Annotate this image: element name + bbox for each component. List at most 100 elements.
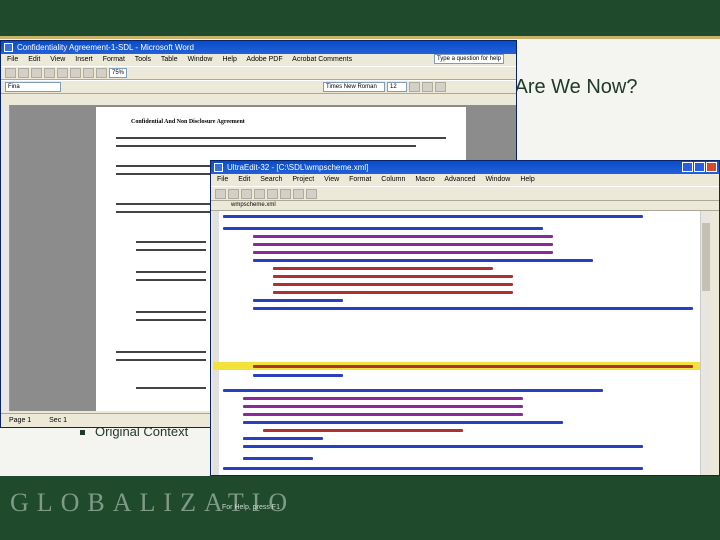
word-standard-toolbar: 75%	[1, 66, 516, 80]
word-menu-table[interactable]: Table	[161, 56, 178, 63]
word-menu-edit[interactable]: Edit	[28, 56, 40, 63]
code-line	[243, 437, 323, 440]
xml-menu-project[interactable]: Project	[292, 176, 314, 183]
open-icon[interactable]	[18, 68, 29, 78]
word-titlebar[interactable]: Confidentiality Agreement-1-SDL - Micros…	[1, 41, 516, 54]
code-line	[243, 457, 313, 460]
code-line	[273, 267, 493, 270]
word-menu-help[interactable]: Help	[222, 56, 236, 63]
xml-title: UltraEdit-32 - [C:\SDL\wmpscheme.xml]	[227, 163, 369, 172]
xml-menu-help[interactable]: Help	[520, 176, 534, 183]
code-line	[253, 299, 343, 302]
word-title: Confidentiality Agreement-1-SDL - Micros…	[17, 43, 194, 52]
word-menubar: File Edit View Insert Format Tools Table…	[1, 54, 516, 66]
find-icon[interactable]	[267, 188, 278, 199]
xml-menu-view[interactable]: View	[324, 176, 339, 183]
code-line	[243, 405, 523, 408]
font-size-combo[interactable]: 12	[387, 82, 407, 92]
text-line	[116, 359, 206, 361]
print-icon[interactable]	[44, 68, 55, 78]
word-menu-insert[interactable]: Insert	[75, 56, 93, 63]
code-line	[223, 215, 643, 218]
undo-icon[interactable]	[96, 68, 107, 78]
save-icon[interactable]	[241, 188, 252, 199]
open-icon[interactable]	[228, 188, 239, 199]
code-line	[223, 467, 643, 470]
status-page: Page 1	[9, 417, 32, 424]
paste-icon[interactable]	[83, 68, 94, 78]
xml-status-text: For Help, press F1	[222, 504, 280, 511]
xml-menu-window[interactable]: Window	[485, 176, 510, 183]
word-menu-window[interactable]: Window	[188, 56, 213, 63]
editor-app-icon	[214, 163, 223, 172]
save-icon[interactable]	[31, 68, 42, 78]
text-line	[136, 241, 206, 243]
code-line	[253, 307, 693, 310]
word-menu-view[interactable]: View	[50, 56, 65, 63]
vertical-ruler	[1, 105, 10, 411]
text-line	[136, 319, 206, 321]
close-icon[interactable]	[706, 162, 717, 172]
code-line	[273, 291, 513, 294]
code-line	[243, 397, 523, 400]
word-menu-format[interactable]: Format	[103, 56, 125, 63]
minimize-icon[interactable]	[682, 162, 693, 172]
copy-icon[interactable]	[70, 68, 81, 78]
xml-menu-edit[interactable]: Edit	[238, 176, 250, 183]
new-icon[interactable]	[5, 68, 16, 78]
status-section: Sec 1	[49, 417, 68, 424]
text-line	[116, 137, 446, 139]
code-line	[263, 429, 463, 432]
xml-menu-column[interactable]: Column	[381, 176, 405, 183]
text-line	[136, 387, 206, 389]
xml-menu-file[interactable]: File	[217, 176, 228, 183]
code-line	[243, 421, 563, 424]
text-line	[136, 249, 206, 251]
code-line	[243, 445, 643, 448]
word-app-icon	[4, 43, 13, 52]
vertical-scrollbar[interactable]	[700, 211, 711, 475]
xml-code-editor[interactable]	[213, 211, 711, 475]
code-line	[223, 227, 543, 230]
replace-icon[interactable]	[280, 188, 291, 199]
code-line	[243, 413, 523, 416]
text-line	[136, 271, 206, 273]
style-combo[interactable]: Fina	[5, 82, 61, 92]
bold-icon[interactable]	[409, 82, 420, 92]
scrollbar-thumb[interactable]	[702, 223, 710, 291]
xml-editor-window[interactable]: UltraEdit-32 - [C:\SDL\wmpscheme.xml] Fi…	[210, 160, 720, 476]
word-menu-acrobat-comments[interactable]: Acrobat Comments	[292, 56, 352, 63]
xml-menubar: File Edit Search Project View Format Col…	[211, 174, 719, 186]
word-menu-adobe-pdf[interactable]: Adobe PDF	[246, 56, 282, 63]
code-line	[253, 259, 593, 262]
zoom-combo[interactable]: 75%	[109, 68, 128, 78]
brand-wordmark: GLOBALIZATIO	[10, 488, 296, 517]
file-tab-row: wmpscheme.xml	[211, 201, 719, 211]
xml-menu-advanced[interactable]: Advanced	[444, 176, 475, 183]
xml-menu-format[interactable]: Format	[349, 176, 371, 183]
xml-titlebar[interactable]: UltraEdit-32 - [C:\SDL\wmpscheme.xml]	[211, 161, 719, 174]
undo-icon[interactable]	[293, 188, 304, 199]
italic-icon[interactable]	[422, 82, 433, 92]
tab-wmpscheme[interactable]: wmpscheme.xml	[231, 202, 276, 208]
font-combo[interactable]: Times New Roman	[323, 82, 385, 92]
underline-icon[interactable]	[435, 82, 446, 92]
word-menu-file[interactable]: File	[7, 56, 18, 63]
cut-icon[interactable]	[57, 68, 68, 78]
text-line	[116, 351, 206, 353]
word-menu-tools[interactable]: Tools	[135, 56, 151, 63]
xml-menu-macro[interactable]: Macro	[415, 176, 434, 183]
new-icon[interactable]	[215, 188, 226, 199]
text-line	[136, 279, 206, 281]
code-line	[223, 389, 603, 392]
redo-icon[interactable]	[306, 188, 317, 199]
bullet-icon	[80, 430, 85, 436]
xml-menu-search[interactable]: Search	[260, 176, 282, 183]
print-icon[interactable]	[254, 188, 265, 199]
help-search-input[interactable]: Type a question for help	[433, 54, 504, 64]
maximize-icon[interactable]	[694, 162, 705, 172]
code-line	[253, 365, 693, 368]
code-line	[253, 243, 553, 246]
code-line	[273, 283, 513, 286]
word-format-toolbar: Fina Times New Roman 12	[1, 80, 516, 94]
